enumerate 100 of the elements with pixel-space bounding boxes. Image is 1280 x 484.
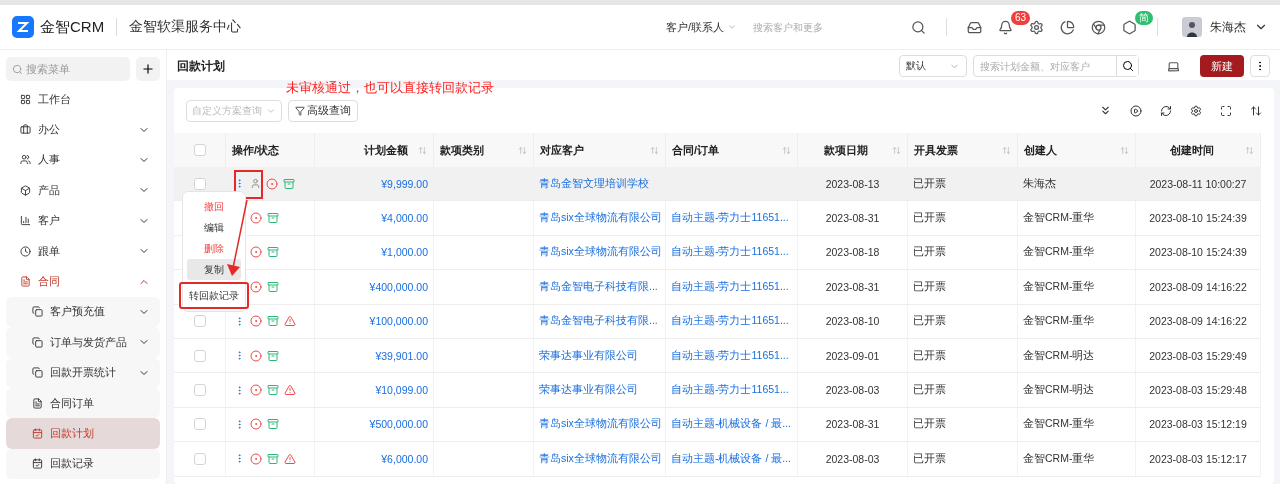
table-link[interactable]: 自动主题-劳力士11651... [671,348,789,363]
sidebar-item[interactable]: 办公 [6,114,160,145]
sort-icon[interactable] [650,145,659,155]
laptop-icon[interactable] [1167,59,1180,73]
archive-icon [267,384,279,397]
table-link[interactable]: 自动主题-机械设备 / 最... [671,451,791,466]
status-circle-icon [250,384,262,397]
archive-icon [267,212,279,225]
warning-icon [284,384,296,397]
inbox-icon[interactable] [967,19,982,35]
menu-search-field[interactable]: 搜索菜单 [6,57,130,81]
app-badge: 简 [1135,10,1153,25]
row-checkbox[interactable] [193,384,206,397]
table-link[interactable]: 青岛six全球物流有限公司 [539,211,662,226]
sidebar-item[interactable]: 工作台 [6,84,160,115]
pie-chart-icon[interactable] [1060,19,1075,35]
user-icon[interactable] [250,178,261,190]
sidebar-item[interactable]: 回款开票统计 [6,357,160,388]
plan-search-field[interactable]: 搜索计划金额、对应客户 [973,55,1139,77]
table-cell: 2023-09-01 [798,338,908,374]
browser-icon[interactable] [1091,19,1106,35]
hexagon-icon[interactable] [1122,19,1137,35]
table-link[interactable]: 自动主题-劳力士11651... [671,211,789,226]
status-circle-icon [250,452,262,465]
sort-icon[interactable] [1245,145,1254,155]
sidebar-item[interactable]: 合同 [6,266,160,297]
table-link[interactable]: 青岛金智电子科技有限... [539,279,658,294]
search-button[interactable] [1116,56,1138,76]
table-link[interactable]: ¥500,000.00 [369,418,428,431]
sidebar-item[interactable]: 回款计划 [6,418,160,449]
sidebar-item[interactable]: 人事 [6,144,160,176]
search-scope-select[interactable]: 客户/联系人 [665,19,737,35]
row-checkbox[interactable] [193,418,206,431]
view-select[interactable]: 默认 [899,55,967,77]
table-link[interactable]: ¥400,000.00 [369,280,428,293]
sidebar-item[interactable]: 客户预充值 [6,296,160,328]
settings-icon[interactable] [1190,104,1202,117]
archive-icon [267,418,279,431]
warning-icon [284,452,296,465]
table-link[interactable]: ¥4,000.00 [381,212,428,225]
bell-icon[interactable] [998,19,1013,35]
sidebar-item[interactable]: 回款记录 [6,448,160,480]
table-link[interactable]: ¥1,000.00 [381,246,428,259]
menu-item[interactable]: 编辑 [187,217,241,238]
menu-item[interactable]: 删除 [187,238,241,259]
sort-icon[interactable] [418,145,427,155]
table-link[interactable]: ¥39,901.00 [375,349,428,362]
table-link[interactable]: 自动主题-劳力士11651... [671,279,789,294]
sort-icon[interactable] [1002,145,1011,155]
sidebar-item[interactable]: 跟单 [6,235,160,267]
sort-icon[interactable] [1120,145,1129,155]
table-link[interactable]: 青岛金智电子科技有限... [539,314,658,329]
select-all-checkbox[interactable] [193,144,206,156]
user-name[interactable]: 朱海杰 [1210,18,1246,36]
row-checkbox[interactable] [193,349,206,362]
row-checkbox[interactable] [193,315,206,328]
table-link[interactable]: ¥100,000.00 [369,315,428,328]
table-link[interactable]: 自动主题-劳力士11651... [671,314,789,329]
table-link[interactable]: ¥6,000.00 [381,452,428,465]
menu-item[interactable]: 撤回 [187,196,241,217]
row-checkbox[interactable] [193,177,206,190]
sidebar-item[interactable]: 产品 [6,175,160,206]
table-link[interactable]: 荣事达事业有限公司 [539,383,638,398]
table-cell: 金智CRM-重华 [1018,201,1136,236]
menu-item[interactable]: 转回款记录 [179,282,249,309]
table-link[interactable]: 青岛six全球物流有限公司 [539,451,662,466]
settings-icon[interactable] [1029,19,1044,35]
table-link[interactable]: 青岛金智文理培训学校 [539,176,649,191]
column-header: 计划金额 [363,142,408,158]
new-button[interactable]: 新建 [1200,55,1244,77]
archive-icon [267,349,279,362]
archive-icon [267,452,279,465]
sort-icon[interactable] [518,145,527,155]
table-link[interactable]: ¥10,099.00 [375,384,428,397]
table-link[interactable]: ¥9,999.00 [381,177,428,190]
menu-item[interactable]: 复制 [187,259,241,280]
fullscreen-icon[interactable] [1220,104,1232,117]
refresh-icon[interactable] [1160,104,1172,117]
search-icon[interactable] [911,19,926,35]
advanced-search-button[interactable]: 高级查询 [288,99,358,122]
table-link[interactable]: 荣事达事业有限公司 [539,348,638,363]
add-button[interactable] [136,57,160,81]
table-link[interactable]: 自动主题-劳力士11651... [671,383,789,398]
sort-icon[interactable] [892,145,901,155]
table-link[interactable]: 青岛six全球物流有限公司 [539,417,662,432]
double-chevron-icon[interactable] [1099,104,1112,117]
sort-icon[interactable] [782,145,791,155]
row-checkbox[interactable] [193,452,206,465]
user-avatar[interactable] [1182,17,1202,37]
sidebar-item[interactable]: 订单与发货产品 [6,327,160,358]
table-cell: 2023-08-13 [798,167,908,202]
table-cell: 已开票 [908,235,1018,271]
table-link[interactable]: 自动主题-劳力士11651... [671,245,789,260]
column-header: 开具发票 [914,142,958,158]
row-height-icon[interactable] [1250,104,1262,117]
sidebar-item[interactable]: 合同订单 [6,387,160,419]
table-link[interactable]: 青岛six全球物流有限公司 [539,245,662,260]
play-icon[interactable] [1130,104,1142,117]
table-link[interactable]: 自动主题-机械设备 / 最... [671,417,791,432]
sidebar-item[interactable]: 客户 [6,205,160,236]
